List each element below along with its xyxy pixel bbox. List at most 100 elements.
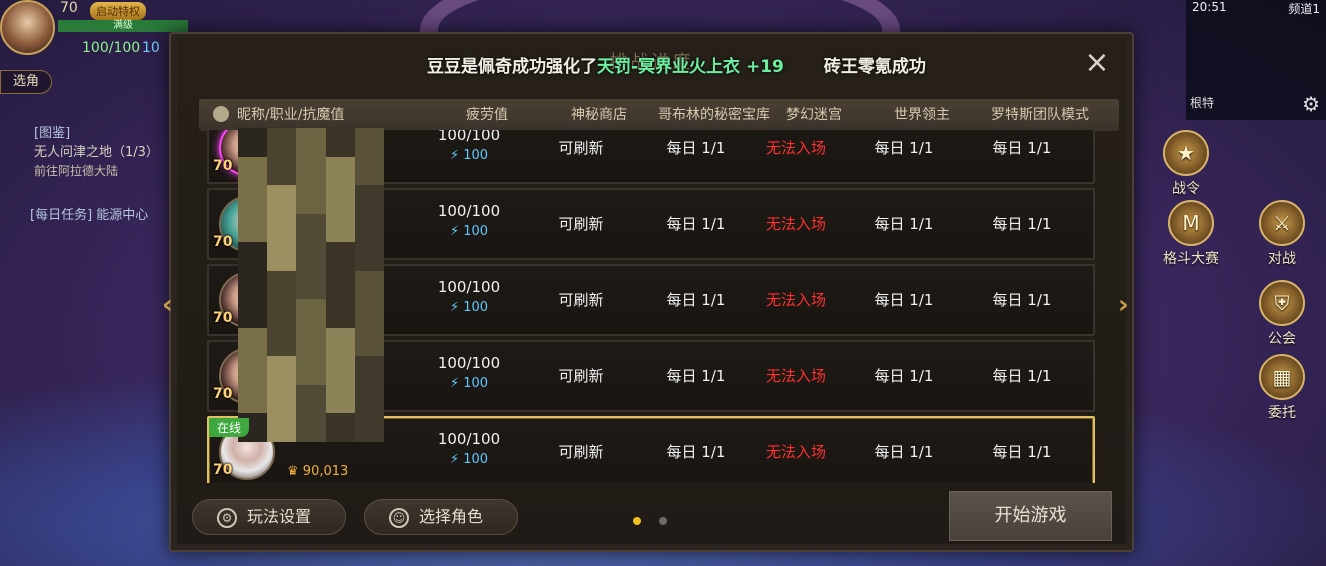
rotes-status: 每日 1/1 [992, 367, 1052, 385]
channel-label[interactable]: 频道1 [1288, 0, 1320, 17]
mosaic-tile [296, 327, 326, 357]
page-dot[interactable] [633, 517, 641, 525]
rotes-status: 每日 1/1 [992, 215, 1052, 233]
mosaic-tile [296, 213, 326, 243]
start-game-button[interactable]: 开始游戏 [949, 491, 1112, 541]
mosaic-tile [325, 270, 355, 300]
mosaic-tile [296, 356, 326, 385]
fatigue-sub-value: 100 [463, 300, 489, 315]
mosaic-tile [238, 128, 268, 157]
character-icon [213, 106, 229, 122]
mosaic-tile [238, 299, 268, 328]
player-level: 70 [60, 0, 78, 16]
mosaic-tile [354, 128, 384, 157]
mosaic-tile [267, 156, 297, 186]
quest-panel[interactable]: [图鉴] 无人问津之地（1/3） 前往阿拉德大陆 [0, 124, 175, 181]
rotes-status: 每日 1/1 [992, 443, 1052, 461]
world-boss-status: 每日 1/1 [874, 367, 934, 385]
mosaic-tile [267, 213, 297, 243]
mosaic-tile [238, 185, 268, 214]
mosaic-tile [325, 242, 355, 271]
mosaic-tile [267, 413, 297, 442]
rotes-status: 每日 1/1 [992, 291, 1052, 309]
gear-icon: ⚙ [217, 508, 237, 528]
crossed-swords-icon: ⚔ [1259, 200, 1305, 246]
goblin-status: 每日 1/1 [666, 139, 726, 157]
choose-character-side-button[interactable]: 选角 [0, 70, 52, 94]
dream-status: 无法入场 [765, 367, 826, 385]
mosaic-tile [325, 299, 355, 328]
mosaic-tile [354, 242, 384, 271]
header-name-label: 昵称/职业/抗魔值 [237, 107, 345, 123]
marquee-next: 砖王零氪成功 [823, 57, 926, 77]
header-fatigue: 疲劳值 [466, 107, 508, 123]
fatigue-sub-value: 100 [463, 452, 489, 467]
mof-button[interactable]: M 格斗大赛 [1163, 200, 1219, 268]
mosaic-tile [267, 384, 297, 414]
fatigue-sub-value: 100 [463, 376, 489, 391]
mosaic-tile [267, 242, 297, 271]
world-boss-status: 每日 1/1 [874, 291, 934, 309]
fatigue-sub: ⚡ 100 [449, 376, 489, 391]
battlepass-label: 战令 [1172, 181, 1200, 197]
marquee-item: 天罚-冥界业火上衣 +19 [597, 57, 784, 77]
mosaic-tile [325, 384, 355, 414]
shield-icon: ⛨ [1259, 280, 1305, 326]
mosaic-tile [296, 128, 326, 157]
quest-tag: [图鉴] [34, 126, 71, 141]
mosaic-tile [296, 156, 326, 186]
close-icon[interactable]: × [1084, 48, 1110, 78]
header-rotes: 罗特斯团队模式 [991, 107, 1089, 123]
goblin-status: 每日 1/1 [666, 367, 726, 385]
dream-status: 无法入场 [765, 215, 826, 233]
commission-button[interactable]: ▦ 委托 [1254, 354, 1310, 422]
area-name: 根特 [1190, 96, 1215, 110]
goblin-status: 每日 1/1 [666, 215, 726, 233]
mosaic-tile [296, 185, 326, 214]
hp-value: 100/100 [82, 40, 141, 56]
mosaic-tile [325, 156, 355, 186]
mosaic-tile [296, 270, 326, 300]
announcement-marquee: 豆豆是佩奇成功强化了天罚-冥界业火上衣 +19 砖王零氪成功 [427, 52, 927, 82]
page-dot[interactable] [659, 517, 667, 525]
daily-quest[interactable]: [每日任务] 能源中心 [30, 204, 148, 223]
mp-value: 10 [142, 40, 160, 56]
mosaic-tile [325, 213, 355, 243]
select-character-button[interactable]: ☺ 选择角色 [364, 499, 518, 535]
dream-status: 无法入场 [765, 443, 826, 461]
level-bar: 满级 [58, 20, 188, 32]
mosaic-tile [267, 299, 297, 328]
world-boss-status: 每日 1/1 [874, 215, 934, 233]
select-character-label: 选择角色 [419, 507, 484, 526]
mystery-shop-status: 可刷新 [558, 443, 604, 461]
pvp-button[interactable]: ⚔ 对战 [1254, 200, 1310, 268]
header-mystery-shop: 神秘商店 [571, 107, 627, 123]
world-boss-status: 每日 1/1 [874, 139, 934, 157]
battlepass-button[interactable]: ★ 战令 [1158, 130, 1214, 198]
mosaic-tile [354, 299, 384, 328]
header-name: 昵称/职业/抗魔值 [213, 99, 344, 131]
mosaic-tile [354, 413, 384, 442]
mosaic-tile [238, 213, 268, 243]
mosaic-tile [296, 299, 326, 328]
mystery-shop-status: 可刷新 [558, 139, 604, 157]
player-portrait[interactable] [0, 0, 55, 55]
gear-icon[interactable]: ⚙ [1302, 92, 1320, 116]
mosaic-tile [354, 213, 384, 243]
chevron-left-icon[interactable]: ‹ [162, 290, 173, 320]
quest-subtitle: 前往阿拉德大陆 [34, 164, 119, 178]
chevron-right-icon[interactable]: › [1118, 290, 1129, 320]
dream-status: 无法入场 [765, 139, 826, 157]
play-settings-button[interactable]: ⚙ 玩法设置 [192, 499, 346, 535]
fatigue-sub: ⚡ 100 [449, 452, 489, 467]
page-indicator [633, 510, 685, 529]
mosaic-tile [354, 327, 384, 357]
mosaic-tile [325, 128, 355, 157]
header-world-boss: 世界领主 [894, 107, 950, 123]
fatigue-sub: ⚡ 100 [449, 300, 489, 315]
vip-badge[interactable]: 启动特权 [90, 2, 146, 20]
header-dream: 梦幻迷宫 [786, 107, 842, 123]
guild-button[interactable]: ⛨ 公会 [1254, 280, 1310, 348]
mosaic-tile [238, 156, 268, 186]
mosaic-tile [238, 356, 268, 385]
